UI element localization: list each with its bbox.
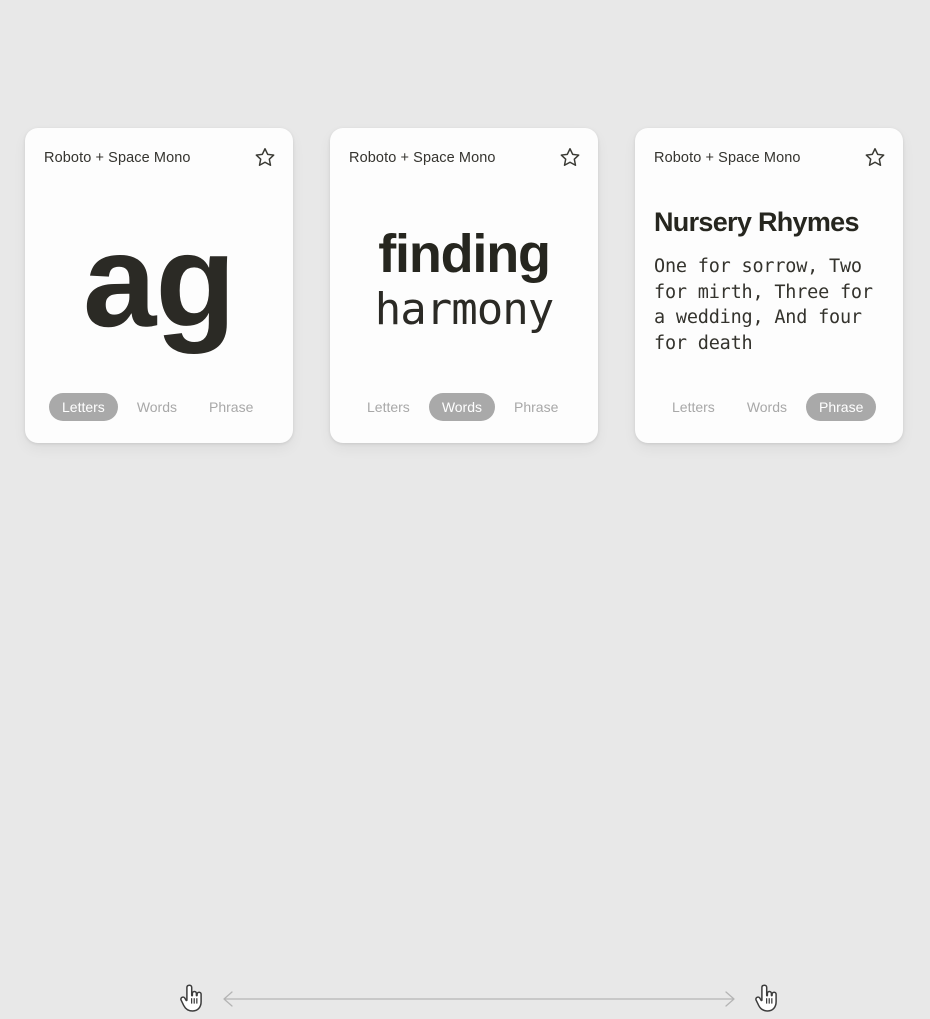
card-font-pairing-label: Roboto + Space Mono [349, 150, 496, 166]
specimen-card-letters[interactable]: Roboto + Space Mono ag Letters Words Phr… [25, 128, 293, 443]
card-font-pairing-label: Roboto + Space Mono [44, 150, 191, 166]
card-header: Roboto + Space Mono [44, 146, 276, 172]
tab-letters[interactable]: Letters [49, 393, 118, 421]
specimen-area-phrase: Nursery Rhymes One for sorrow, Two for m… [654, 172, 884, 393]
pointing-hand-cursor-icon [178, 982, 204, 1014]
tab-letters[interactable]: Letters [354, 393, 423, 421]
card-header: Roboto + Space Mono [654, 146, 886, 172]
phrase-title-text: Nursery Rhymes [654, 206, 860, 237]
tab-phrase[interactable]: Phrase [501, 393, 571, 421]
letters-sample-text: ag [82, 206, 236, 354]
specimen-area-letters: ag [44, 172, 274, 393]
star-outline-icon[interactable] [559, 146, 581, 168]
tab-phrase[interactable]: Phrase [806, 393, 877, 421]
specimen-area-words: finding harmony [349, 172, 579, 393]
phrase-sample-block: Nursery Rhymes One for sorrow, Two for m… [654, 207, 884, 356]
word-primary-text: finding [378, 223, 551, 284]
words-sample-block: finding harmony [349, 223, 579, 337]
card-mode-tabs: Letters Words Phrase [659, 393, 884, 421]
tab-words[interactable]: Words [428, 393, 496, 421]
page-root: Roboto + Space Mono ag Letters Words Phr… [0, 0, 930, 1012]
tab-letters[interactable]: Letters [659, 393, 728, 421]
star-outline-icon[interactable] [254, 146, 276, 168]
card-header: Roboto + Space Mono [349, 146, 581, 172]
tab-phrase[interactable]: Phrase [196, 393, 266, 421]
card-font-pairing-label: Roboto + Space Mono [654, 150, 801, 166]
tab-words[interactable]: Words [124, 393, 190, 421]
phrase-body-text: One for sorrow, Two for mirth, Three for… [654, 256, 873, 354]
star-outline-icon[interactable] [864, 146, 886, 168]
word-secondary-text: harmony [374, 283, 554, 335]
specimen-card-row: Roboto + Space Mono ag Letters Words Phr… [25, 128, 905, 443]
pointing-hand-cursor-icon [753, 982, 779, 1014]
card-mode-tabs: Letters Words Phrase [49, 393, 274, 421]
specimen-card-phrase[interactable]: Roboto + Space Mono Nursery Rhymes One f… [635, 128, 903, 443]
card-mode-tabs: Letters Words Phrase [354, 393, 579, 421]
double-headed-horizontal-arrow-icon[interactable] [220, 987, 738, 1011]
specimen-card-words[interactable]: Roboto + Space Mono finding harmony Lett… [330, 128, 598, 443]
resize-slider-zone[interactable] [0, 485, 930, 1012]
tab-words[interactable]: Words [734, 393, 800, 421]
